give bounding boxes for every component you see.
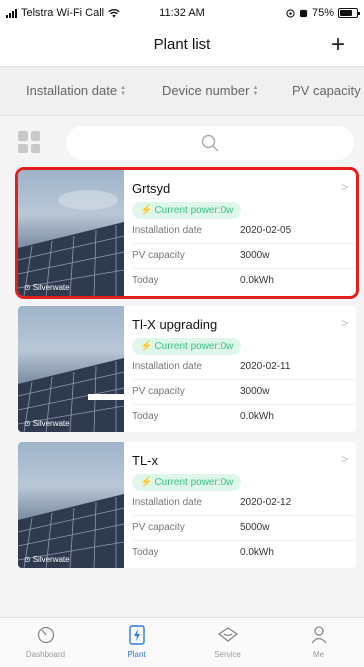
info-row: Today 0.0kWh [132, 547, 274, 558]
plant-icon [128, 625, 145, 645]
page-title: Plant list [153, 36, 211, 53]
bolt-icon: ⚡ [140, 341, 153, 352]
info-row: Installation date 2020-02-11 [132, 361, 291, 372]
tab-label: Plant [127, 650, 146, 659]
tab-label: Dashboard [25, 650, 66, 659]
location-icon [286, 8, 295, 18]
tab-dashboard[interactable]: Dashboard [0, 618, 91, 667]
installation-date-value: 2020-02-05 [240, 225, 292, 236]
sort-arrows-icon: ▲ ▼ [120, 84, 127, 97]
battery-icon [338, 8, 360, 18]
solar-panel-image [18, 190, 124, 296]
installation-date-value: 2020-02-12 [240, 497, 292, 508]
info-row: Installation date 2020-02-12 [132, 497, 292, 508]
app-header: Plant list + [0, 26, 364, 66]
tab-service[interactable]: Service [182, 618, 273, 667]
chevron-right-icon: > [340, 180, 348, 194]
current-power-badge: ⚡ Current power:0w [132, 202, 242, 219]
info-row: Installation date 2020-02-05 [132, 225, 292, 236]
sort-label: PV capacity [292, 83, 361, 98]
sort-label: Installation date [26, 83, 118, 98]
search-input[interactable] [66, 126, 354, 160]
sort-pv-capacity[interactable]: PV capacity [292, 83, 361, 98]
card-body: Grtsyd > ⚡ Current power:0w Installation … [132, 170, 356, 296]
plant-name: Tl-X upgrading [132, 317, 218, 332]
today-energy-value: 0.0kWh [240, 547, 274, 558]
today-energy-value: 0.0kWh [240, 275, 274, 286]
sort-arrows-icon: ▲ ▼ [252, 84, 259, 97]
pv-capacity-value: 3000w [240, 386, 270, 397]
pv-capacity-value: 3000w [240, 250, 270, 261]
sort-device-number[interactable]: Device number ▲ ▼ [162, 83, 258, 98]
tab-label: Me [312, 650, 325, 659]
current-power-badge: ⚡ Current power:0w [132, 338, 242, 355]
info-row: PV capacity 5000w [132, 522, 270, 533]
status-bar: Telstra Wi-Fi Call 11:32 AM 75% [0, 0, 364, 26]
search-row [0, 118, 364, 168]
service-icon [217, 627, 238, 642]
plant-thumbnail: ⊙ Silverwate [18, 306, 124, 432]
me-icon [310, 626, 327, 644]
solar-panel-image [18, 358, 124, 432]
sort-installation-date[interactable]: Installation date ▲ ▼ [26, 83, 126, 98]
card-body: Tl-X upgrading > ⚡ Current power:0w Insta… [132, 306, 356, 432]
plus-icon: + [330, 31, 345, 58]
plant-thumbnail: ⊙ Silverwate [18, 442, 124, 568]
info-row: PV capacity 3000w [132, 250, 270, 261]
pv-capacity-value: 5000w [240, 522, 270, 533]
solar-panel-image [18, 494, 124, 568]
status-right: 75% [286, 7, 360, 19]
plant-name: TL-x [132, 453, 158, 468]
tab-plant[interactable]: Plant [91, 618, 182, 667]
watermark: ⊙ Silverwate [24, 283, 70, 292]
watermark: ⊙ Silverwate [24, 419, 70, 428]
sort-bar: Installation date ▲ ▼ Device number ▲ ▼ PV… [0, 66, 364, 116]
card-body: TL-x > ⚡ Current power:0w Installation da… [132, 442, 356, 568]
plant-name: Grtsyd [132, 181, 171, 196]
info-row: PV capacity 3000w [132, 386, 270, 397]
bottom-tab-bar: Dashboard Plant Service Me [0, 617, 364, 667]
bolt-icon: ⚡ [140, 205, 153, 216]
current-power-badge: ⚡ Current power:0w [132, 474, 242, 491]
plant-card[interactable]: ⊙ Silverwate Tl-X upgrading > ⚡ Current po… [18, 306, 356, 432]
tab-me[interactable]: Me [273, 618, 364, 667]
alarm-icon [299, 9, 308, 17]
dashboard-icon [37, 626, 54, 644]
plant-card[interactable]: ⊙ Silverwate TL-x > ⚡ Current power:0w Ins… [18, 442, 356, 568]
today-energy-value: 0.0kWh [240, 411, 274, 422]
search-icon [201, 134, 219, 152]
chevron-right-icon: > [340, 452, 348, 466]
installation-date-value: 2020-02-11 [240, 361, 291, 372]
chevron-right-icon: > [340, 316, 348, 330]
sort-label: Device number [162, 83, 250, 98]
plant-card[interactable]: ⊙ Silverwate Grtsyd > ⚡ Current power:0w I… [15, 167, 359, 299]
grid-icon[interactable] [18, 131, 40, 153]
info-row: Today 0.0kWh [132, 411, 274, 422]
battery-percent: 75% [311, 7, 334, 19]
plant-thumbnail: ⊙ Silverwate [18, 170, 124, 296]
add-plant-button[interactable]: + [324, 30, 352, 60]
bolt-icon: ⚡ [140, 477, 153, 488]
watermark: ⊙ Silverwate [24, 555, 70, 564]
tab-label: Service [214, 650, 241, 659]
info-row: Today 0.0kWh [132, 275, 274, 286]
